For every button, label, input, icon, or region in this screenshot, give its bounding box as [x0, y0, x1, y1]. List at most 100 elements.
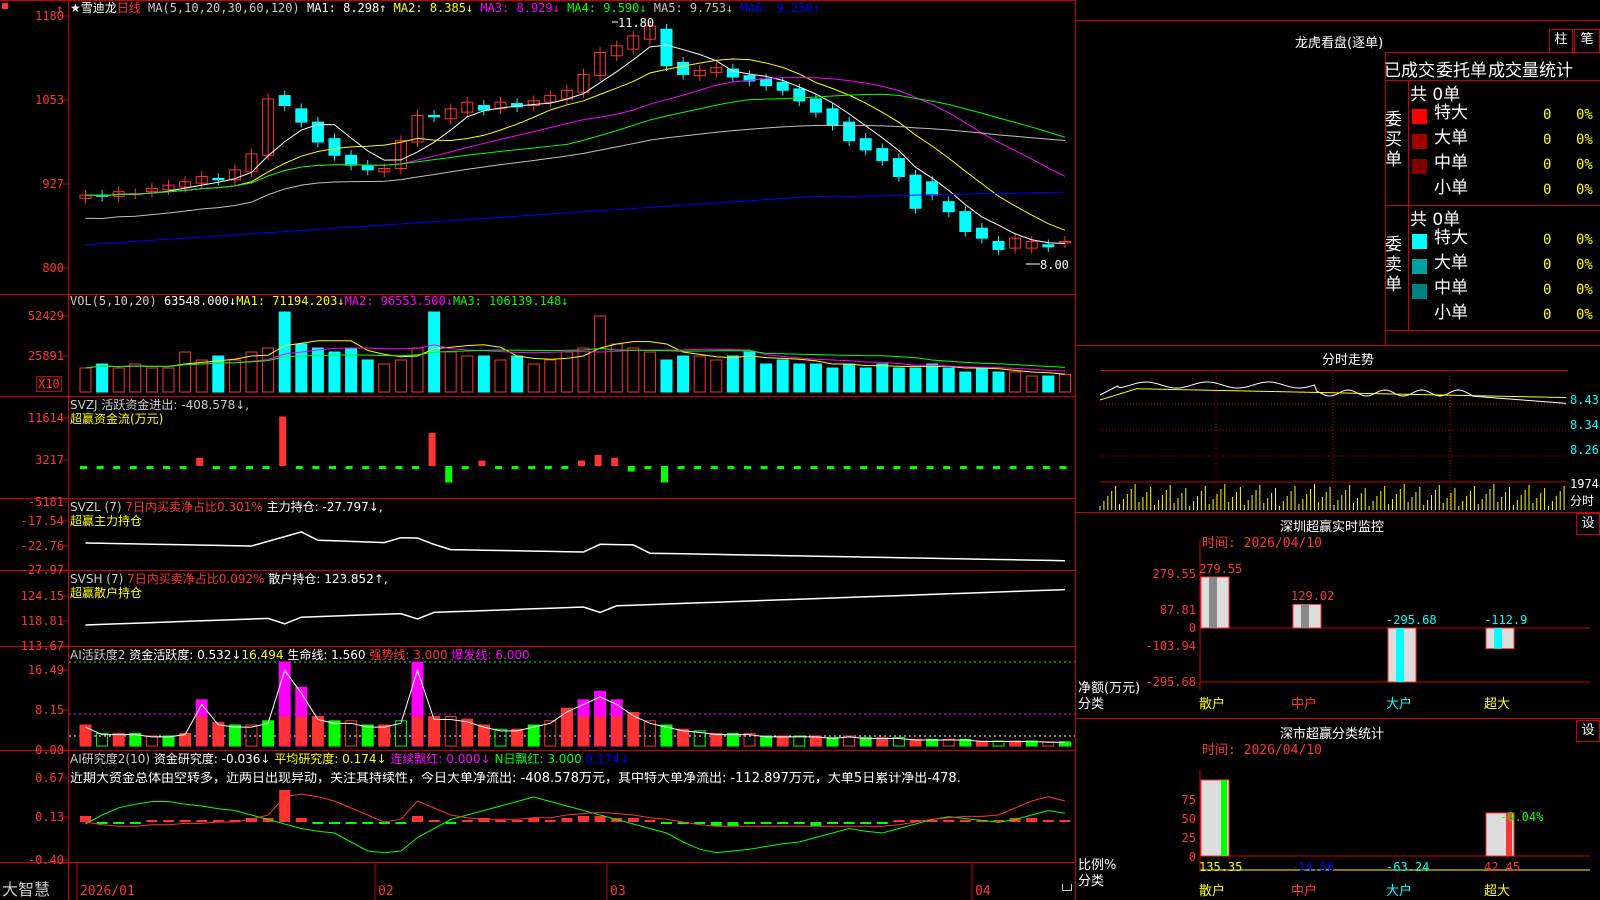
vol-bar [278, 311, 291, 393]
svzj-sub: 超赢资金流(万元) [70, 412, 164, 426]
vol-bar [477, 355, 490, 393]
ai1-bar-base [611, 716, 623, 746]
stock-name[interactable]: ★雪迪龙 [70, 1, 117, 15]
vol-bar [876, 363, 889, 393]
sell-row-count: 0 [1543, 257, 1552, 273]
ai2-bar [1042, 820, 1054, 822]
sell-row-pct: 0% [1576, 257, 1593, 273]
svzj-y-tick: 3217 [35, 453, 64, 467]
szm-y-tick: 279.55 [1152, 567, 1196, 581]
sell-row-count: 0 [1543, 307, 1552, 323]
candle-body [975, 227, 988, 239]
sell-row-pct: 0% [1576, 282, 1593, 298]
szs-bar-label: 135.35 [1199, 860, 1243, 874]
svzj-bar [661, 466, 668, 483]
svzl-sub: 超赢主力持仓 [70, 514, 143, 528]
ai1-y-tick: 0.00 [35, 743, 64, 757]
tick-mode-button[interactable]: 笔 [1574, 29, 1600, 53]
vol-bar [826, 367, 839, 393]
svzj-bar [412, 466, 419, 469]
svzj-bar [478, 460, 486, 466]
svzj-bar [561, 466, 569, 469]
candle-body [677, 61, 690, 75]
vol-unit-badge[interactable]: X10 [36, 376, 62, 392]
svsh-header: SVSH (7) 7日内买卖净占比0.092% 散户持仓: 123.852↑, [70, 572, 388, 586]
ai2-bar [727, 822, 739, 826]
lhb-tab-volume-stats[interactable]: 成交量统计 [1488, 56, 1573, 81]
ai2-bar [412, 816, 423, 822]
svzj-bar [910, 466, 917, 469]
svzj-bar [196, 457, 204, 466]
vol-bar [594, 315, 607, 393]
ai2-bar [943, 820, 955, 822]
sell-row-count: 0 [1543, 232, 1552, 248]
vol-bar [693, 355, 706, 393]
ai1-bar [96, 732, 109, 747]
ai1-bar [212, 721, 225, 747]
svzj-bar [727, 466, 735, 469]
ai1-bar [760, 735, 773, 747]
ai2-bar [146, 820, 158, 822]
main-y-tick: 927 [42, 177, 64, 191]
szm-cat-label: 散户 [1199, 697, 1226, 712]
ai1-bar [378, 724, 391, 747]
vol-bar [378, 363, 391, 393]
sz-monitor-title: 深圳超赢实时监控 [1280, 520, 1385, 535]
svzj-bar [810, 466, 818, 469]
ai1-bar-base [295, 716, 307, 746]
ai1-bar-base [196, 716, 208, 746]
vol-bar [1042, 375, 1055, 393]
svzj-bar [428, 433, 436, 466]
vol-bar [975, 367, 988, 393]
lhb-tab-orders[interactable]: 委托单 [1436, 56, 1487, 81]
candle-body [959, 211, 972, 233]
candle-body [892, 158, 905, 177]
candle-body [926, 181, 939, 196]
sz-stat-settings-button[interactable]: 设 [1576, 720, 1600, 742]
brand-logo[interactable]: 大智慧 [2, 881, 50, 899]
candle-body [826, 108, 839, 126]
svzj-bar [511, 466, 519, 469]
fenshi-y-tick: 8.34 [1570, 418, 1599, 432]
period-label[interactable]: 日线 [117, 1, 141, 15]
ai1-bar [361, 724, 374, 747]
szs-bar [1200, 779, 1230, 857]
buy-orders-label: 委买单 [1385, 110, 1402, 170]
lhb-tab-executed[interactable]: 已成交 [1384, 56, 1435, 81]
sz-monitor-settings-button[interactable]: 设 [1576, 513, 1600, 535]
candle-body [311, 121, 324, 143]
buy-row-name: 特大 [1434, 103, 1468, 123]
svsh-sub: 超赢散户持仓 [70, 586, 143, 600]
ai2-bar [279, 790, 291, 822]
vol-bar [992, 371, 1005, 393]
ai2-analysis-text: 近期大资金总体由空转多，近两日出现异动，关注其持续性，今日大单净流出: -408… [70, 772, 961, 786]
sell-row-pct: 0% [1576, 307, 1593, 323]
fenshi-y-tick: 8.26 [1570, 443, 1599, 457]
ai2-bar [495, 820, 506, 822]
ai2-bar [428, 820, 440, 822]
vol-bar [942, 367, 955, 393]
svzl-y-tick: -17.54 [20, 514, 64, 528]
sell-swatch-3 [1412, 309, 1427, 324]
buy-swatch-2 [1412, 159, 1427, 174]
svzj-bar [362, 466, 370, 469]
ai1-bar [162, 735, 175, 747]
ai2-bar [860, 822, 872, 824]
candle-body [328, 138, 341, 156]
vol-bar [793, 363, 806, 393]
vol-bar [195, 359, 208, 393]
vol-bar [959, 371, 972, 393]
svzj-bar [860, 466, 868, 469]
szs-bar-label: -63.24 [1386, 860, 1430, 874]
szm-left-label1: 净额(万元) [1078, 681, 1141, 696]
candle-body [776, 81, 789, 91]
ai1-y-tick: 16.49 [27, 663, 64, 677]
bar-mode-button[interactable]: 柱 [1549, 29, 1573, 53]
ai2-bar [196, 820, 208, 822]
ai2-bar [1059, 820, 1071, 822]
svzj-bar [578, 460, 585, 466]
szm-bar-label: -295.68 [1386, 613, 1437, 627]
vol-bar [859, 367, 872, 393]
vol-bar [627, 347, 640, 393]
vol-bar [494, 359, 507, 393]
